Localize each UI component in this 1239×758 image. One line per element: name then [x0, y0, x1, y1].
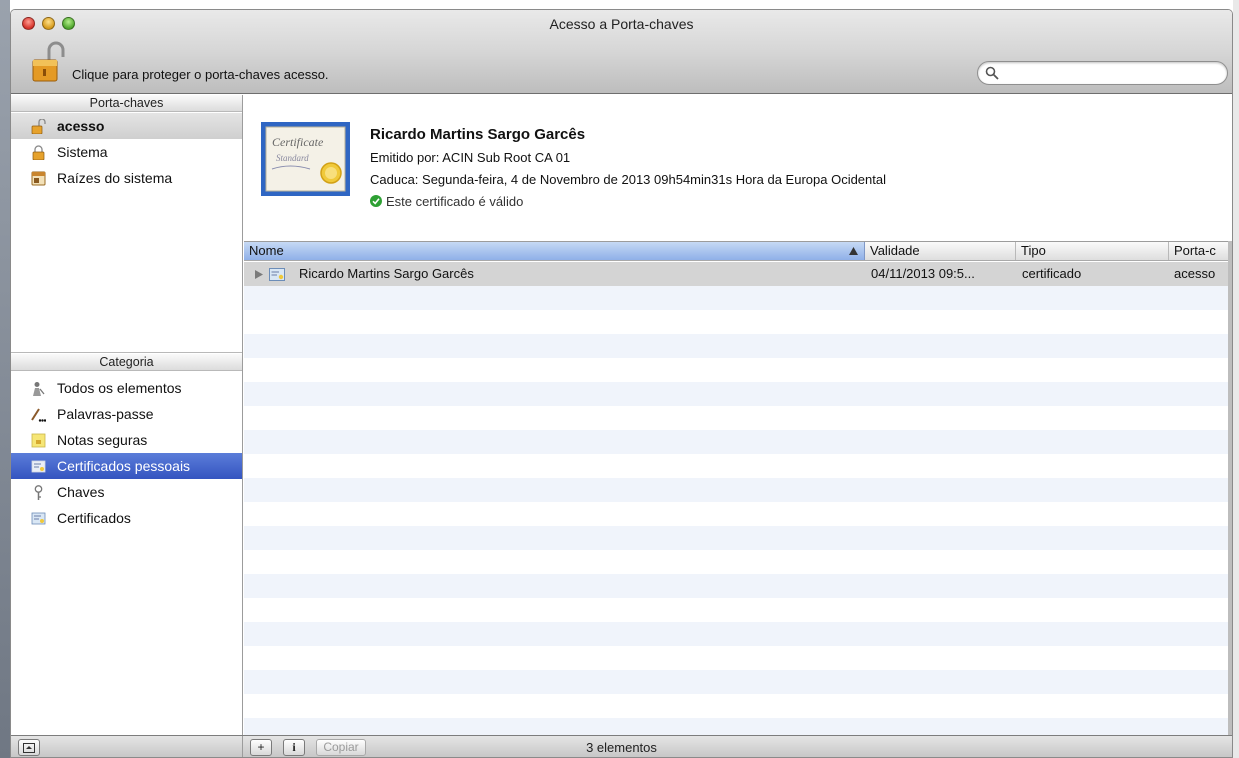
key-icon	[34, 485, 43, 500]
desktop-edge-left	[0, 0, 10, 758]
empty-row	[244, 670, 1228, 694]
sidebar-item-raizes-do-sistema[interactable]: Raízes do sistema	[11, 165, 242, 191]
sidebar-item-certificados-pessoais[interactable]: Certificados pessoais	[11, 453, 242, 479]
keychain-window: Acesso a Porta-chaves Clique para proteg…	[10, 9, 1233, 758]
category-header: Categoria	[11, 354, 242, 371]
cell-validade: 04/11/2013 09:5...	[871, 266, 975, 281]
certificate-status-label: Este certificado é válido	[386, 194, 524, 209]
certificate-status: Este certificado é válido	[370, 194, 523, 209]
column-header-tipo[interactable]: Tipo	[1016, 242, 1169, 260]
people-icon	[33, 382, 45, 396]
sidebar: Porta-chaves acesso Sistema Raízes do si…	[11, 95, 243, 735]
item-count: 3 elementos	[586, 740, 657, 755]
certificate-expiry: Caduca: Segunda-feira, 4 de Novembro de …	[370, 172, 887, 187]
certificate-badge-icon: Certificate Standard	[261, 122, 350, 196]
badge-text-certificate: Certificate	[272, 135, 324, 149]
column-header-porta-chaves[interactable]: Porta-c	[1169, 242, 1228, 260]
empty-row	[244, 430, 1228, 454]
bottom-bar: + i Copiar 3 elementos	[11, 735, 1232, 757]
sidebar-item-palavras-passe[interactable]: Palavras-passe	[11, 401, 242, 427]
certificate-detail-pane: Certificate Standard Ricardo Martins Sar…	[244, 95, 1232, 240]
certificate-name: Ricardo Martins Sargo Garcês	[370, 126, 586, 143]
cell-tipo: certificado	[1022, 266, 1082, 281]
sidebar-item-label: Certificados	[57, 510, 131, 526]
unlocked-padlock-icon[interactable]	[31, 41, 65, 83]
cell-nome: Ricardo Martins Sargo Garcês	[299, 266, 474, 281]
note-icon	[31, 433, 46, 448]
certificate-issuer: Emitido por: ACIN Sub Root CA 01	[370, 150, 571, 165]
certificate-icon	[269, 268, 285, 281]
badge-text-standard: Standard	[276, 153, 309, 163]
sidebar-item-label: Palavras-passe	[57, 406, 154, 422]
disclosure-triangle-icon[interactable]	[255, 270, 263, 279]
title-toolbar: Acesso a Porta-chaves Clique para proteg…	[11, 10, 1232, 94]
sidebar-item-label: Raízes do sistema	[57, 170, 173, 186]
cabinet-icon	[31, 171, 46, 186]
sidebar-item-label: Chaves	[57, 484, 105, 500]
empty-row	[244, 478, 1228, 502]
column-header-nome[interactable]: Nome	[244, 242, 865, 260]
column-header-label: Nome	[249, 243, 284, 258]
empty-row	[244, 286, 1228, 310]
sidebar-item-label: Certificados pessoais	[57, 458, 191, 474]
search-field[interactable]	[977, 61, 1228, 85]
sidebar-item-label: acesso	[57, 118, 105, 134]
empty-row	[244, 574, 1228, 598]
empty-row	[244, 334, 1228, 358]
sidebar-item-notas-seguras[interactable]: Notas seguras	[11, 427, 242, 453]
valid-check-icon	[370, 195, 382, 207]
items-table: Nome Validade Tipo Porta-c Ricardo Marti…	[244, 241, 1228, 736]
vertical-scrollbar[interactable]	[1228, 241, 1232, 735]
sidebar-item-label: Todos os elementos	[57, 380, 182, 396]
search-input[interactable]	[1003, 64, 1218, 82]
column-header-validade[interactable]: Validade	[865, 242, 1016, 260]
window-title: Acesso a Porta-chaves	[549, 16, 694, 32]
unlocked-padlock-icon	[31, 119, 46, 134]
empty-row	[244, 526, 1228, 550]
sidebar-divider[interactable]	[11, 352, 242, 353]
sidebar-item-certificados[interactable]: Certificados	[11, 505, 242, 531]
empty-row	[244, 718, 1228, 736]
sidebar-item-chaves[interactable]: Chaves	[11, 479, 242, 505]
sidebar-item-acesso[interactable]: acesso	[11, 113, 242, 139]
keychains-header: Porta-chaves	[11, 95, 242, 112]
search-icon	[985, 66, 999, 80]
desktop-edge-right	[1233, 0, 1239, 758]
sidebar-item-label: Sistema	[57, 144, 108, 160]
empty-row	[244, 382, 1228, 406]
cell-porta-chaves: acesso	[1174, 266, 1216, 281]
certificate-icon	[31, 512, 46, 525]
personal-certificate-icon	[31, 460, 46, 473]
padlock-icon	[32, 145, 45, 160]
sidebar-item-sistema[interactable]: Sistema	[11, 139, 242, 165]
sidebar-item-todos-os-elementos[interactable]: Todos os elementos	[11, 375, 242, 401]
table-header: Nome Validade Tipo Porta-c	[244, 242, 1228, 261]
empty-row	[244, 622, 1228, 646]
sidebar-item-label: Notas seguras	[57, 432, 148, 448]
sort-ascending-icon	[849, 247, 858, 255]
lock-message[interactable]: Clique para proteger o porta-chaves aces…	[72, 67, 329, 82]
pen-dots-icon	[31, 408, 46, 422]
table-row[interactable]: Ricardo Martins Sargo Garcês 04/11/2013 …	[244, 262, 1228, 286]
